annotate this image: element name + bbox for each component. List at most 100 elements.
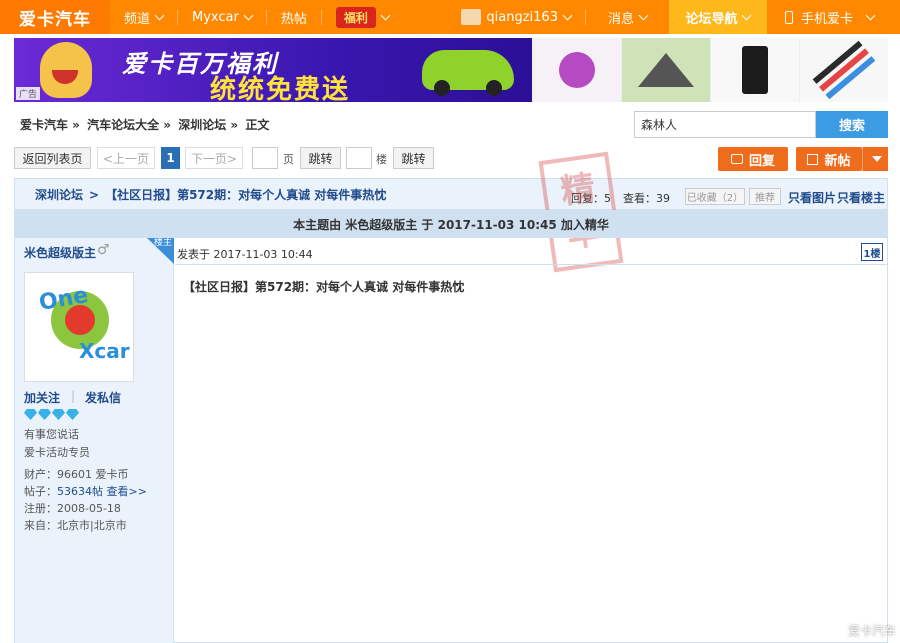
thread-forum-link[interactable]: 深圳论坛	[35, 188, 83, 202]
register-value: 2008-05-18	[57, 502, 121, 515]
nav-fuli[interactable]: 福利	[322, 0, 403, 34]
product-shape	[559, 52, 595, 88]
chevron-down-icon	[865, 10, 876, 20]
avatar-text-bottom: Xcar	[79, 339, 130, 363]
breadcrumb-forums[interactable]: 汽车论坛大全 »	[87, 118, 171, 132]
jump-floor-button[interactable]: 跳转	[393, 147, 434, 169]
product-image-2[interactable]	[621, 38, 710, 102]
only-op-link[interactable]: 只看楼主	[837, 189, 885, 206]
recommend-button[interactable]: 推荐	[749, 188, 781, 205]
fuli-badge: 福利	[335, 6, 376, 28]
nav-myxcar[interactable]: Myxcar	[178, 0, 266, 34]
product-image-1[interactable]	[532, 38, 621, 102]
author-sidebar: 米色超级版主 ♂ 楼主 One Xcar 加关注 | 发私信 有事您说话 爱卡活…	[15, 238, 174, 643]
floor-badge[interactable]: 1楼	[861, 243, 883, 261]
nav-hot[interactable]: 热帖	[267, 0, 321, 34]
collect-button[interactable]: 已收藏（2）	[685, 188, 745, 205]
nav-user[interactable]: qiangzi163	[447, 0, 585, 34]
car-image	[422, 50, 514, 96]
from-line: 来自：北京市|北京市	[24, 517, 127, 533]
search-button[interactable]: 搜索	[816, 111, 888, 138]
breadcrumb-current: 正文	[245, 118, 270, 132]
product-image-4[interactable]	[799, 38, 888, 102]
bottle-shape	[742, 46, 768, 94]
chevron-down-icon	[562, 10, 573, 20]
phone-icon	[784, 10, 793, 24]
nav-channel-label: 频道	[124, 11, 151, 27]
thread-title-line: 深圳论坛 > 【社区日报】第572期：对每个人真诚 对每件事热忱	[35, 186, 386, 203]
umbrella-shape	[638, 53, 694, 87]
posts-view-link[interactable]: 查看>>	[107, 485, 147, 498]
chevron-down-icon	[638, 10, 649, 20]
page-number-input[interactable]	[252, 147, 278, 169]
nav-messages-label: 消息	[607, 11, 634, 27]
nav-myxcar-label: Myxcar	[192, 9, 239, 25]
chevron-down-icon	[742, 10, 752, 20]
wealth-line: 财产：96601 爱卡币	[24, 466, 129, 482]
op-corner-tag: 楼主	[147, 238, 174, 264]
reply-label: 回复	[748, 153, 775, 169]
new-post-label: 新帖	[824, 153, 851, 169]
nav-forum-guide[interactable]: 论坛导航	[668, 0, 767, 34]
featured-summary: 本主题由 米色超级版主 于 2017-11-03 10:45 加入精华	[14, 210, 888, 238]
top-nav: 爱卡汽车 频道 Myxcar 热帖 福利 qiangzi163 消息 论坛导航 …	[0, 0, 900, 34]
posts-value[interactable]: 53634帖	[57, 485, 103, 498]
mascot-image	[40, 42, 92, 98]
post-title: 【社区日报】第572期：对每个人真诚 对每件事热忱	[183, 280, 465, 294]
page-label: 页	[283, 153, 294, 166]
site-logo[interactable]: 爱卡汽车	[0, 0, 110, 34]
register-label: 注册：	[24, 502, 57, 515]
breadcrumb-shenzhen[interactable]: 深圳论坛 »	[178, 118, 238, 132]
prev-page-button[interactable]: <上一页	[97, 147, 155, 169]
nav-messages[interactable]: 消息	[586, 0, 669, 34]
reply-button[interactable]: 回复	[718, 147, 788, 171]
register-line: 注册：2008-05-18	[24, 500, 121, 516]
product-image-3[interactable]	[710, 38, 799, 102]
breadcrumb-home[interactable]: 爱卡汽车 »	[20, 118, 80, 132]
posts-line: 帖子：53634帖 查看>>	[24, 483, 147, 499]
view-count: 查看：39	[623, 192, 670, 205]
diamond-icon	[38, 409, 51, 420]
arrow-right-icon: >	[89, 188, 100, 202]
nav-mobile[interactable]: 手机爱卡	[767, 0, 900, 34]
only-images-link[interactable]: 只看图片	[788, 189, 836, 206]
new-post-dropdown[interactable]	[862, 147, 888, 171]
wealth-unit: 爱卡币	[95, 468, 129, 481]
banner-ad[interactable]: 爱卡百万福利 统统免费送 广告	[14, 38, 888, 102]
post-content: 发表于 2017-11-03 10:44 1楼 【社区日报】第572期：对每个人…	[175, 238, 887, 643]
edit-icon	[807, 153, 819, 165]
avatar[interactable]: One Xcar	[24, 272, 134, 382]
wealth-label: 财产：	[24, 468, 57, 481]
wealth-value: 96601	[57, 468, 92, 481]
new-post-button[interactable]: 新帖	[796, 147, 862, 171]
search-input[interactable]	[634, 111, 816, 138]
banner-promo[interactable]: 爱卡百万福利 统统免费送 广告	[14, 38, 532, 102]
next-page-button[interactable]: 下一页>	[185, 147, 243, 169]
follow-link[interactable]: 加关注	[24, 389, 60, 406]
rank-diamonds	[24, 409, 79, 420]
nav-hot-label: 热帖	[280, 11, 307, 27]
back-to-list-button[interactable]: 返回列表页	[14, 147, 91, 169]
link-divider: |	[71, 389, 76, 403]
reply-icon	[730, 154, 743, 164]
author-name[interactable]: 米色超级版主	[24, 244, 96, 261]
male-icon: ♂	[97, 242, 110, 258]
from-label: 来自：	[24, 519, 57, 532]
chevron-down-icon	[380, 10, 391, 20]
jump-page-button[interactable]: 跳转	[300, 147, 341, 169]
nav-forum-label: 论坛导航	[685, 11, 738, 27]
thread-header: 深圳论坛 > 【社区日报】第572期：对每个人真诚 对每件事热忱 回复：5 查看：3…	[14, 178, 888, 210]
pens-shape	[819, 48, 869, 92]
floor-number-input[interactable]	[346, 147, 372, 169]
watermark: 爱卡汽车	[847, 624, 896, 638]
send-message-link[interactable]: 发私信	[85, 389, 121, 406]
thread-title: 【社区日报】第572期：对每个人真诚 对每件事热忱	[105, 188, 387, 202]
diamond-icon	[66, 409, 79, 420]
from-value: 北京市|北京市	[57, 519, 127, 532]
current-page[interactable]: 1	[161, 147, 180, 169]
floor-label: 楼	[376, 153, 387, 166]
nav-username: qiangzi163	[486, 9, 558, 25]
nav-mobile-label: 手机爱卡	[800, 11, 853, 27]
nav-channel[interactable]: 频道	[110, 0, 177, 34]
banner-subtitle: 统统免费送	[210, 75, 351, 102]
